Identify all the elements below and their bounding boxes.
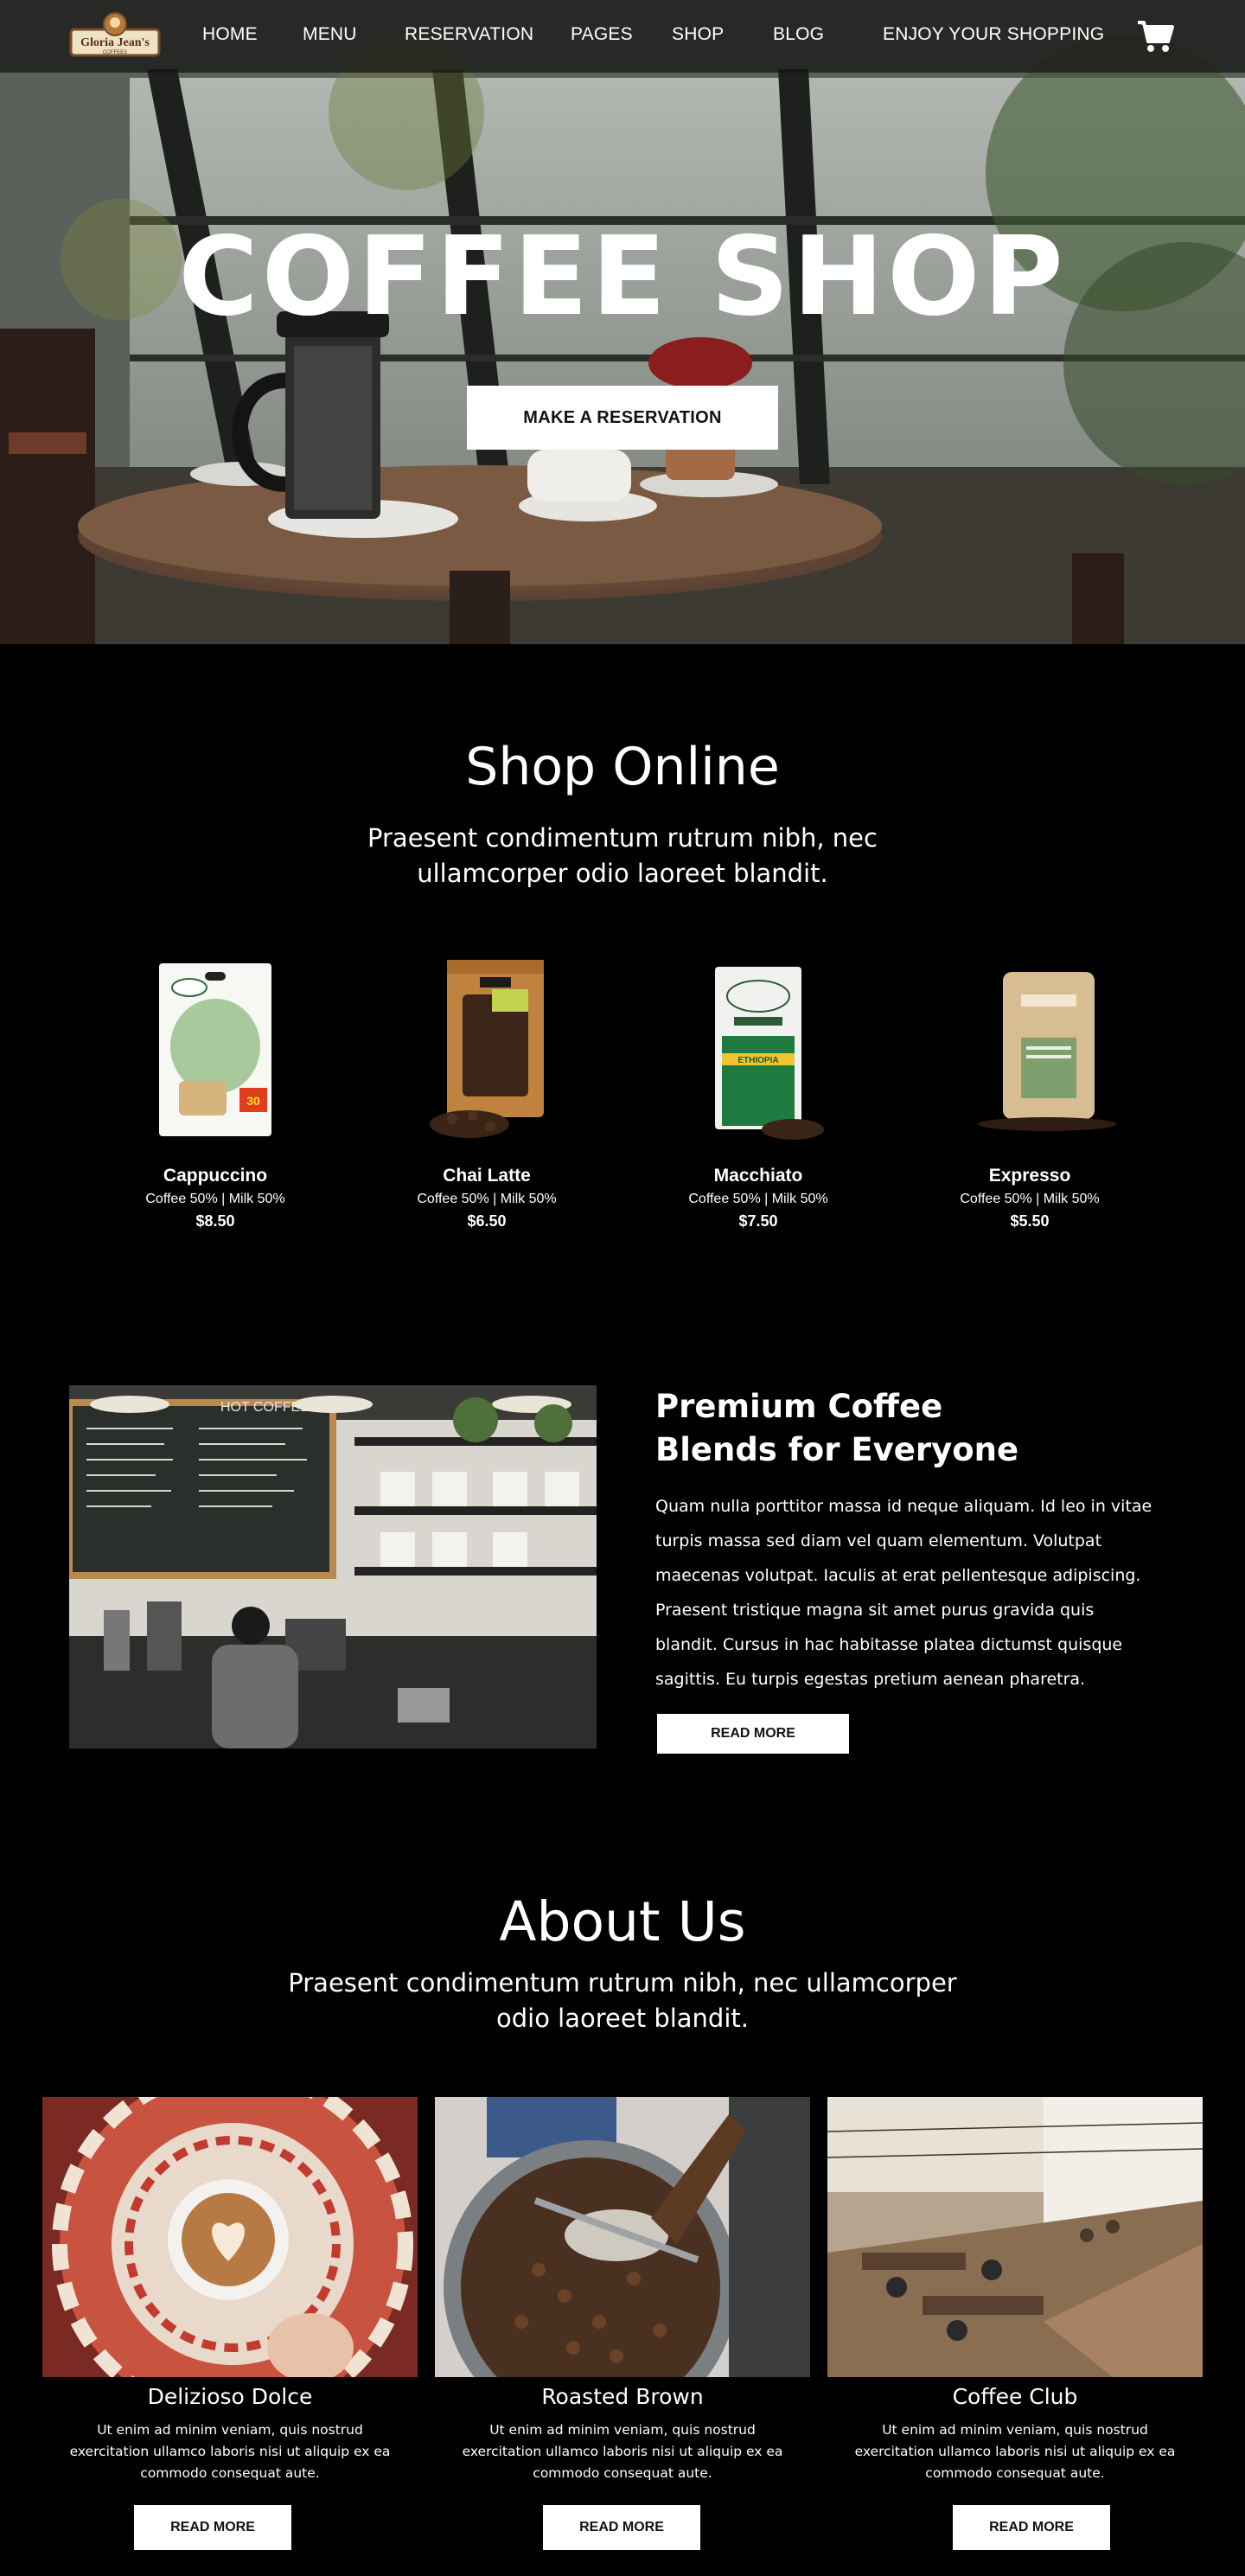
premium-description-line: Praesent tristique magna sit amet purus … (655, 1601, 1095, 1620)
about-us-subtitle-line-2: odio laoreet blandit. (496, 2004, 749, 2033)
shop-online-heading: Shop Online (465, 737, 780, 797)
card-title: Coffee Club (952, 2384, 1078, 2409)
card-description-line: exercitation ullamco laboris nisi ut ali… (69, 2444, 391, 2459)
nav-item-reservation[interactable]: RESERVATION (405, 24, 533, 45)
product-description: Coffee 50% | Milk 50% (145, 1192, 285, 1206)
product-name[interactable]: Cappuccino (112, 1166, 319, 1186)
logo-text: Gloria Jean's (80, 36, 150, 49)
about-card-roasted-brown: Roasted Brown Ut enim ad minim veniam, q… (435, 2097, 810, 2484)
shop-online-subtitle-line-2: ullamcorper odio laoreet blandit. (417, 859, 828, 888)
delizioso-dolce-read-more-button[interactable]: READ MORE (134, 2505, 291, 2550)
about-card-coffee-club: Coffee Club Ut enim ad minim veniam, qui… (827, 2097, 1203, 2484)
card-description-line: exercitation ullamco laboris nisi ut ali… (462, 2444, 783, 2459)
card-description: Ut enim ad minim veniam, quis nostrud ex… (827, 2419, 1203, 2484)
card-description-line: exercitation ullamco laboris nisi ut ali… (854, 2444, 1176, 2459)
coffee-roaster-image (435, 2097, 810, 2377)
product-description: Coffee 50% | Milk 50% (960, 1192, 1100, 1206)
product-card-cappuccino[interactable]: 30 Cappuccino Coffee 50% | Milk 50% $8.5… (112, 943, 319, 1230)
card-description-line: commodo consequat aute. (140, 2465, 320, 2481)
card-title: Roasted Brown (541, 2384, 704, 2409)
about-card-delizioso-dolce: Delizioso Dolce Ut enim ad minim veniam,… (42, 2097, 418, 2484)
card-description-line: Ut enim ad minim veniam, quis nostrud (97, 2422, 363, 2438)
bag-label-text: ETHIOPIA (737, 1056, 778, 1065)
premium-description-line: Quam nulla porttitor massa id neque aliq… (655, 1497, 1152, 1516)
top-navigation-bar: Gloria Jean's COFFEES HOME MENU RESERVAT… (0, 0, 1245, 73)
product-price: $5.50 (1010, 1212, 1050, 1230)
card-description-line: commodo consequat aute. (925, 2465, 1105, 2481)
nav-item-menu[interactable]: MENU (303, 24, 357, 45)
about-us-heading: About Us (499, 1890, 746, 1953)
card-title: Delizioso Dolce (147, 2384, 313, 2409)
card-description-line: Ut enim ad minim veniam, quis nostrud (489, 2422, 756, 2438)
chai-latte-package-image[interactable] (383, 943, 591, 1150)
product-card-chai-latte[interactable]: Chai Latte Coffee 50% | Milk 50% $6.50 (383, 943, 591, 1230)
about-us-subtitle-line-1: Praesent condimentum rutrum nibh, nec ul… (288, 1968, 957, 1998)
macchiato-package-image[interactable]: ETHIOPIA (654, 943, 862, 1150)
premium-heading: Premium Coffee Blends for Everyone (655, 1385, 1140, 1472)
premium-read-more-button[interactable]: READ MORE (657, 1714, 849, 1754)
card-description: Ut enim ad minim veniam, quis nostrud ex… (435, 2419, 810, 2484)
card-description: Ut enim ad minim veniam, quis nostrud ex… (42, 2419, 418, 2484)
hero-title: COFFEE SHOP (178, 213, 1067, 340)
shopping-cart-icon[interactable] (1136, 19, 1174, 54)
cappuccino-package-image[interactable]: 30 (112, 943, 319, 1150)
product-card-expresso[interactable]: Expresso Coffee 50% | Milk 50% $5.50 (926, 943, 1133, 1230)
product-description: Coffee 50% | Milk 50% (417, 1192, 557, 1206)
product-price: $6.50 (467, 1212, 507, 1230)
coffee-club-read-more-button[interactable]: READ MORE (953, 2505, 1110, 2550)
coffee-club-interior-image (827, 2097, 1203, 2377)
roasted-brown-read-more-button[interactable]: READ MORE (543, 2505, 700, 2550)
make-reservation-button[interactable]: MAKE A RESERVATION (467, 386, 778, 450)
premium-description-line: turpis massa sed diam vel quam elementum… (655, 1531, 1102, 1550)
logo-subtext: COFFEES (103, 50, 127, 55)
product-name[interactable]: Macchiato (654, 1166, 862, 1186)
card-description-line: Ut enim ad minim veniam, quis nostrud (882, 2422, 1148, 2438)
card-description-line: commodo consequat aute. (533, 2465, 712, 2481)
nav-item-enjoy-your-shopping[interactable]: ENJOY YOUR SHOPPING (883, 24, 1104, 45)
product-price: $7.50 (738, 1212, 778, 1230)
premium-description-line: maecenas volutpat. Iaculis at erat pelle… (655, 1566, 1141, 1585)
premium-description-line: sagittis. Eu turpis egestas pretium aene… (655, 1670, 1086, 1689)
hero-section: COFFEE SHOP MAKE A RESERVATION (0, 0, 1245, 644)
product-description: Coffee 50% | Milk 50% (688, 1192, 828, 1206)
product-card-macchiato[interactable]: ETHIOPIA Macchiato Coffee 50% | Milk 50%… (654, 943, 862, 1230)
expresso-package-image[interactable] (926, 943, 1133, 1150)
gloria-jeans-logo[interactable]: Gloria Jean's COFFEES (69, 10, 161, 61)
nav-item-home[interactable]: HOME (202, 24, 258, 45)
bag-label-text: 30 (246, 1094, 260, 1108)
premium-heading-line-1: Premium Coffee (655, 1388, 943, 1425)
nav-item-pages[interactable]: PAGES (571, 24, 633, 45)
product-price: $8.50 (195, 1212, 235, 1230)
nav-item-shop[interactable]: SHOP (672, 24, 724, 45)
latte-art-image (42, 2097, 418, 2377)
coffee-bar-image: HOT COFFEE (69, 1385, 597, 1748)
premium-heading-line-2: Blends for Everyone (655, 1431, 1019, 1468)
product-name[interactable]: Expresso (926, 1166, 1133, 1186)
product-name[interactable]: Chai Latte (383, 1166, 591, 1186)
nav-item-blog[interactable]: BLOG (773, 24, 824, 45)
premium-description: Quam nulla porttitor massa id neque aliq… (655, 1489, 1174, 1697)
premium-description-line: blandit. Cursus in hac habitasse platea … (655, 1635, 1123, 1654)
shop-online-subtitle-line-1: Praesent condimentum rutrum nibh, nec (367, 823, 878, 853)
